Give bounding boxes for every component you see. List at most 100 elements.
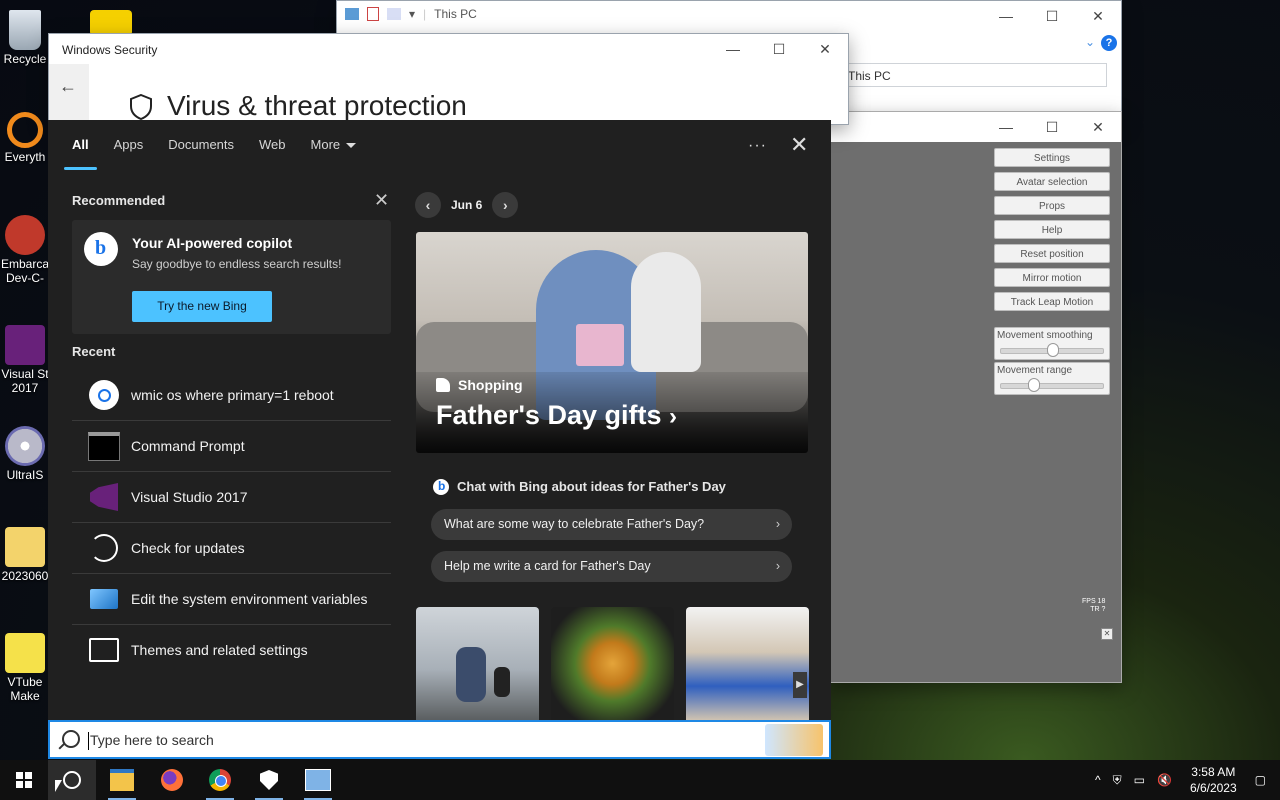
close-button[interactable]: ✕ bbox=[1075, 1, 1121, 31]
desktop-icon-recycle[interactable]: Recycle bbox=[0, 10, 50, 66]
close-icon[interactable]: ✕ bbox=[1101, 628, 1113, 640]
movement-smoothing-slider[interactable]: Movement smoothing bbox=[994, 327, 1110, 360]
list-item-label: Command Prompt bbox=[131, 438, 245, 454]
everything-app-icon bbox=[7, 112, 43, 148]
list-item[interactable]: Edit the system environment variables bbox=[72, 574, 391, 625]
thumbnail-figure bbox=[456, 647, 486, 702]
minimize-button[interactable]: — bbox=[710, 34, 756, 64]
search-icon bbox=[63, 771, 81, 789]
news-thumbnail[interactable] bbox=[686, 607, 809, 720]
chrome-taskbar-button[interactable] bbox=[196, 760, 244, 800]
settings-button[interactable]: Settings bbox=[994, 148, 1110, 167]
close-icon[interactable]: ✕ bbox=[374, 190, 389, 211]
recent-list: wmic os where primary=1 reboot Command P… bbox=[72, 370, 391, 675]
desktop-icon-visual-studio[interactable]: Visual St 2017 bbox=[0, 325, 50, 395]
chevron-right-icon[interactable]: ▶ bbox=[793, 672, 807, 698]
suggestion-label: Help me write a card for Father's Day bbox=[444, 559, 651, 573]
close-icon[interactable]: ✕ bbox=[790, 132, 808, 158]
explorer-title: This PC bbox=[434, 7, 477, 21]
command-prompt-icon bbox=[87, 429, 121, 463]
help-button[interactable]: Help bbox=[994, 220, 1110, 239]
clock-date: 6/6/2023 bbox=[1189, 781, 1237, 795]
list-item[interactable]: Themes and related settings bbox=[72, 625, 391, 675]
windows-security-taskbar-button[interactable] bbox=[245, 760, 293, 800]
list-item[interactable]: wmic os where primary=1 reboot bbox=[72, 370, 391, 421]
hero-image-girl bbox=[631, 252, 701, 372]
file-explorer-taskbar-button[interactable] bbox=[98, 760, 146, 800]
chevron-down-icon[interactable]: ▾ bbox=[409, 7, 415, 21]
help-icon[interactable]: ? bbox=[1101, 35, 1117, 51]
properties-icon[interactable] bbox=[367, 7, 379, 21]
close-button[interactable]: ✕ bbox=[1075, 112, 1121, 142]
desktop-icon-ultraiso[interactable]: UltraIS bbox=[0, 426, 50, 482]
taskbar-search-box[interactable]: Type here to search bbox=[48, 720, 831, 759]
list-item-label: wmic os where primary=1 reboot bbox=[131, 387, 334, 403]
news-thumbnail[interactable] bbox=[551, 607, 674, 720]
desktop-icon-vtube[interactable]: VTube Make bbox=[0, 633, 50, 703]
date-label: Jun 6 bbox=[451, 198, 483, 212]
vtube-app-icon bbox=[305, 769, 331, 791]
start-button[interactable] bbox=[0, 760, 48, 800]
bing-card[interactable]: b Your AI-powered copilot Say goodbye to… bbox=[72, 220, 391, 334]
bing-logo-icon: b bbox=[84, 232, 118, 266]
tab-more[interactable]: More bbox=[311, 137, 357, 170]
vtube-app-window[interactable]: — ☐ ✕ Settings Avatar selection Props He… bbox=[830, 111, 1122, 683]
chevron-up-icon[interactable]: ^ bbox=[1095, 773, 1101, 787]
tab-more-label: More bbox=[310, 137, 341, 152]
list-item[interactable]: Visual Studio 2017 bbox=[72, 472, 391, 523]
chevron-left-icon[interactable]: ‹ bbox=[415, 192, 441, 218]
reset-position-button[interactable]: Reset position bbox=[994, 244, 1110, 263]
chevron-right-icon[interactable]: › bbox=[492, 192, 519, 218]
back-button[interactable]: ← bbox=[49, 64, 89, 124]
security-tray-icon[interactable]: ⛨ bbox=[1113, 773, 1122, 788]
tab-documents[interactable]: Documents bbox=[168, 137, 234, 170]
shield-icon bbox=[130, 94, 152, 120]
list-item-label: Themes and related settings bbox=[131, 642, 308, 658]
slider-thumb[interactable] bbox=[1047, 343, 1059, 357]
address-bar[interactable]: This PC bbox=[847, 63, 1107, 87]
mirror-motion-button[interactable]: Mirror motion bbox=[994, 268, 1110, 287]
tab-web[interactable]: Web bbox=[259, 137, 286, 170]
more-options-icon[interactable]: ··· bbox=[748, 137, 767, 155]
ribbon-expand-icon[interactable]: ⌄ bbox=[1085, 35, 1095, 49]
themes-icon bbox=[87, 633, 121, 667]
search-placeholder[interactable]: Type here to search bbox=[90, 732, 214, 748]
suggestion-pill[interactable]: Help me write a card for Father's Day › bbox=[431, 551, 792, 582]
maximize-button[interactable]: ☐ bbox=[1029, 1, 1075, 31]
security-heading: Virus & threat protection bbox=[167, 90, 467, 121]
computer-icon bbox=[345, 8, 359, 20]
tab-all[interactable]: All bbox=[64, 137, 97, 170]
vtube-taskbar-button[interactable] bbox=[294, 760, 342, 800]
close-button[interactable]: ✕ bbox=[802, 34, 848, 64]
windows-security-window[interactable]: Windows Security — ☐ ✕ ← Virus & threat … bbox=[48, 33, 849, 125]
list-item[interactable]: Check for updates bbox=[72, 523, 391, 574]
minimize-button[interactable]: — bbox=[983, 1, 1029, 31]
fathers-day-card[interactable]: Shopping Father's Day gifts › bbox=[416, 232, 808, 453]
firefox-taskbar-button[interactable] bbox=[148, 760, 196, 800]
bing-card-subtitle: Say goodbye to endless search results! bbox=[132, 257, 342, 271]
network-icon[interactable]: ▭ bbox=[1134, 773, 1145, 787]
desktop-icon-everything[interactable]: Everyth bbox=[0, 112, 50, 164]
desktop-icon-devcpp[interactable]: Embarca Dev-C- bbox=[0, 215, 50, 285]
desktop-icon-label: Embarca Dev-C- bbox=[0, 257, 50, 285]
suggestion-pill[interactable]: What are some way to celebrate Father's … bbox=[431, 509, 792, 540]
track-leap-motion-button[interactable]: Track Leap Motion bbox=[994, 292, 1110, 311]
list-item[interactable]: Command Prompt bbox=[72, 421, 391, 472]
volume-muted-icon[interactable]: 🔇 bbox=[1157, 773, 1172, 787]
notifications-icon[interactable]: ▢ bbox=[1255, 773, 1266, 787]
clock[interactable]: 3:58 AM 6/6/2023 bbox=[1190, 764, 1237, 796]
props-button[interactable]: Props bbox=[994, 196, 1110, 215]
desktop-icon-folder[interactable]: 2023060 bbox=[0, 527, 50, 583]
news-thumbnail[interactable] bbox=[416, 607, 539, 720]
movement-range-slider[interactable]: Movement range bbox=[994, 362, 1110, 395]
avatar-selection-button[interactable]: Avatar selection bbox=[994, 172, 1110, 191]
minimize-button[interactable]: — bbox=[983, 112, 1029, 142]
maximize-button[interactable]: ☐ bbox=[756, 34, 802, 64]
maximize-button[interactable]: ☐ bbox=[1029, 112, 1075, 142]
tab-apps[interactable]: Apps bbox=[114, 137, 144, 170]
slider-track[interactable] bbox=[1000, 383, 1104, 389]
try-bing-button[interactable]: Try the new Bing bbox=[132, 291, 272, 322]
new-folder-icon[interactable] bbox=[387, 8, 401, 20]
slider-thumb[interactable] bbox=[1028, 378, 1041, 392]
tag-icon bbox=[436, 378, 450, 392]
